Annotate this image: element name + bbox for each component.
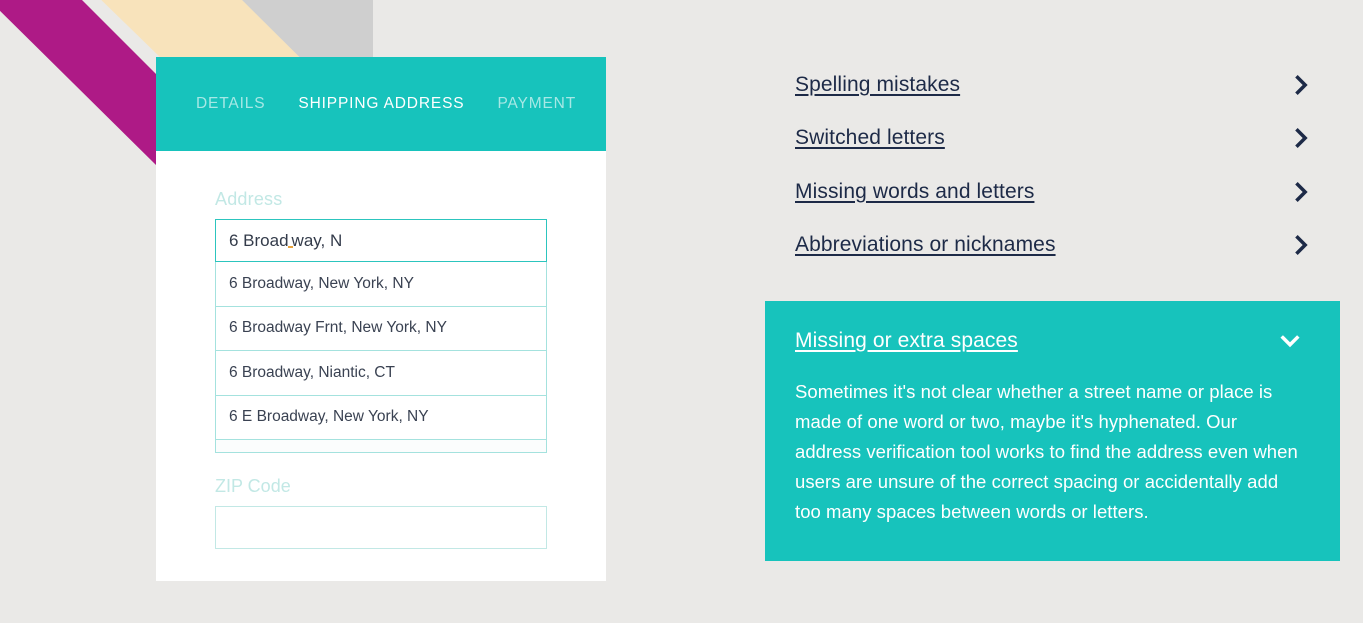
address-field-label: Address xyxy=(215,189,283,209)
accordion-item-missing-words-and-letters[interactable]: Missing words and letters xyxy=(765,165,1340,219)
zip-field-label: ZIP Code xyxy=(215,476,291,496)
suggestion-item[interactable]: 6 Broadway, Niantic, CT xyxy=(216,351,546,396)
chevron-right-icon[interactable] xyxy=(1291,235,1311,256)
accordion-item-label: Abbreviations or nicknames xyxy=(795,233,1056,257)
accordion-item-spelling-mistakes[interactable]: Spelling mistakes xyxy=(765,58,1340,112)
tab-shipping-address[interactable]: SHIPPING ADDRESS xyxy=(298,95,464,113)
accordion-expanded-header[interactable]: Missing or extra spaces xyxy=(795,329,1300,353)
accordion-item-label: Missing words and letters xyxy=(795,179,1035,203)
address-input-value-start: 6 Broad xyxy=(229,230,289,250)
tab-details[interactable]: DETAILS xyxy=(196,95,265,113)
address-input[interactable]: 6 Broad way, N xyxy=(215,219,547,262)
suggestion-item[interactable]: 6 Broadway Frnt, New York, NY xyxy=(216,307,546,351)
chevron-right-icon[interactable] xyxy=(1291,74,1311,95)
accordion-item-abbreviations-or-nicknames[interactable]: Abbreviations or nicknames xyxy=(765,219,1340,273)
chevron-right-icon[interactable] xyxy=(1291,128,1311,149)
faq-accordion: Spelling mistakes Switched letters Missi… xyxy=(765,58,1340,561)
chevron-right-icon[interactable] xyxy=(1291,181,1311,202)
suggestion-item[interactable]: 6 E Broadway, New York, NY xyxy=(216,396,546,440)
checkout-card: DETAILS SHIPPING ADDRESS PAYMENT Address… xyxy=(156,57,606,581)
zip-input[interactable] xyxy=(215,506,547,549)
checkout-tab-bar: DETAILS SHIPPING ADDRESS PAYMENT xyxy=(156,57,606,151)
tab-payment[interactable]: PAYMENT xyxy=(497,95,576,113)
accordion-item-label: Spelling mistakes xyxy=(795,72,961,96)
checkout-form: Address 6 Broad way, N 6 Broadway, New Yo… xyxy=(156,151,606,549)
accordion-expanded-body: Sometimes it's not clear whether a stree… xyxy=(795,381,1298,522)
suggestion-item-truncated[interactable] xyxy=(216,440,546,452)
suggestion-item[interactable]: 6 Broadway, New York, NY xyxy=(216,262,546,307)
accordion-item-label: Missing or extra spaces xyxy=(795,329,1018,352)
accordion-item-switched-letters[interactable]: Switched letters xyxy=(765,112,1340,166)
address-input-value-end: way, N xyxy=(291,230,343,250)
accordion-item-label: Switched letters xyxy=(795,126,945,150)
chevron-down-icon[interactable] xyxy=(1280,331,1300,351)
accordion-item-missing-or-extra-spaces-expanded: Missing or extra spaces Sometimes it's n… xyxy=(765,301,1340,561)
address-suggestions-dropdown[interactable]: 6 Broadway, New York, NY 6 Broadway Frnt… xyxy=(215,262,547,453)
